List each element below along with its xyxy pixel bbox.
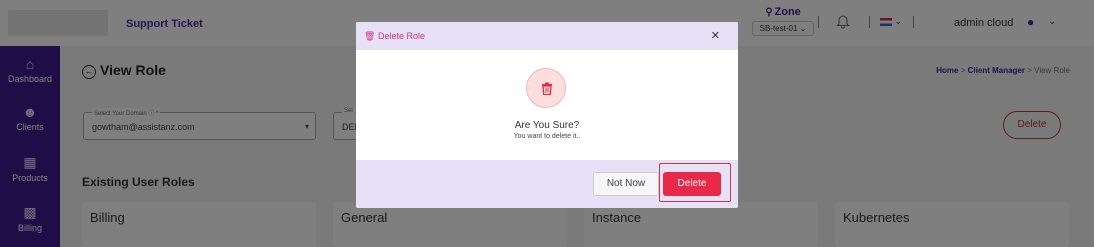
confirm-message: Are You Sure? <box>514 120 580 131</box>
trash-icon <box>542 82 552 95</box>
confirm-submessage: You want to delete it.. <box>513 133 581 140</box>
modal-title: 🗑 Delete Role <box>364 31 425 42</box>
modal-title-text: Delete Role <box>377 31 425 41</box>
modal-footer: Not Now Delete <box>356 160 738 208</box>
delete-role-modal: 🗑 Delete Role ✕ Are You Sure? You want t… <box>356 22 738 208</box>
warning-circle <box>526 68 566 108</box>
confirm-delete-button[interactable]: Delete <box>663 172 721 196</box>
not-now-button[interactable]: Not Now <box>593 172 659 196</box>
close-icon[interactable]: ✕ <box>711 29 720 42</box>
modal-header: 🗑 Delete Role ✕ <box>356 22 738 50</box>
trash-icon: 🗑 <box>364 31 376 41</box>
